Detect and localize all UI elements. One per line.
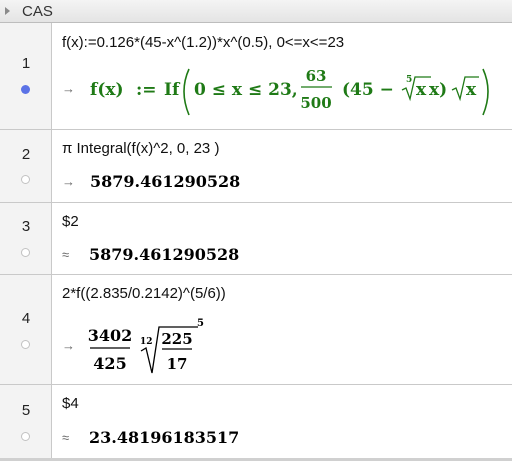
root-index: 12 xyxy=(140,337,153,347)
fraction-denominator: 425 xyxy=(93,354,126,373)
if-keyword: If xyxy=(164,80,181,100)
cas-row-3[interactable]: 3 $2 ≈ 5879.461290528 xyxy=(0,203,512,275)
visibility-toggle-icon[interactable] xyxy=(21,432,30,441)
row-header[interactable]: 3 xyxy=(0,203,52,274)
row-number: 1 xyxy=(21,55,31,72)
cas-row-1[interactable]: 1 f(x):=0.126*(45-x^(1.2))*x^(0.5), 0<=x… xyxy=(0,23,512,130)
row-header[interactable]: 2 xyxy=(0,130,52,202)
expression-left: (45 − xyxy=(342,80,394,100)
function-name: f(x) xyxy=(90,80,124,100)
radicand-denominator: 17 xyxy=(167,355,188,373)
row-header[interactable]: 1 xyxy=(0,23,52,129)
sqrt-radicand: x xyxy=(466,80,477,100)
exponent: 5 xyxy=(197,318,204,329)
cas-input[interactable]: $2 xyxy=(62,213,79,230)
radicand-numerator: 225 xyxy=(161,330,192,348)
expression-after-root: x) xyxy=(429,80,447,100)
assign-operator: := xyxy=(136,80,157,100)
cas-output: 5879.461290528 xyxy=(89,245,240,264)
cas-input[interactable]: f(x):=0.126*(45-x^(1.2))*x^(0.5), 0<=x<=… xyxy=(62,34,344,51)
row-header[interactable]: 4 xyxy=(0,275,52,384)
open-paren xyxy=(183,68,190,116)
cas-row-2[interactable]: 2 π Integral(f(x)^2, 0, 23 ) → 5879.4612… xyxy=(0,130,512,203)
fraction-numerator: 3402 xyxy=(88,326,132,345)
cas-input[interactable]: $4 xyxy=(62,395,79,412)
cas-title-bar[interactable]: CAS xyxy=(0,0,512,23)
condition: 0 ≤ x ≤ 23, xyxy=(194,80,298,100)
close-paren xyxy=(482,68,489,116)
visibility-toggle-icon[interactable] xyxy=(21,175,30,184)
root-radicand: x xyxy=(416,80,427,100)
row-header[interactable]: 5 xyxy=(0,385,52,458)
row-number: 4 xyxy=(21,310,31,327)
cas-input[interactable]: 2*f((2.835/0.2142)^(5/6)) xyxy=(62,285,226,302)
approx-symbol-icon: ≈ xyxy=(62,430,70,445)
result-arrow-icon: → xyxy=(62,174,75,189)
root-index: 5 xyxy=(406,75,412,85)
view-title: CAS xyxy=(22,3,53,20)
cas-input[interactable]: π Integral(f(x)^2, 0, 23 ) xyxy=(62,140,219,157)
visibility-toggle-icon[interactable] xyxy=(21,340,30,349)
cas-row-4[interactable]: 4 2*f((2.835/0.2142)^(5/6)) → 3402 425 1… xyxy=(0,275,512,385)
fraction-denominator: 500 xyxy=(300,94,331,112)
cas-output: 5879.461290528 xyxy=(90,172,241,191)
row-number: 5 xyxy=(21,402,31,419)
row-number: 2 xyxy=(21,146,31,163)
cas-output: 23.48196183517 xyxy=(89,428,240,447)
result-arrow-icon: → xyxy=(62,81,75,96)
approx-symbol-icon: ≈ xyxy=(62,247,70,262)
cas-output-formula: 3402 425 12 225 17 5 xyxy=(88,318,204,374)
result-arrow-icon: → xyxy=(62,338,75,353)
cas-row-5[interactable]: 5 $4 ≈ 23.48196183517 xyxy=(0,385,512,458)
visibility-toggle-icon[interactable] xyxy=(21,248,30,257)
collapse-triangle-icon[interactable] xyxy=(5,7,10,15)
visibility-toggle-icon[interactable] xyxy=(21,85,30,94)
fraction-numerator: 63 xyxy=(306,67,327,85)
row-number: 3 xyxy=(21,218,31,235)
cas-output-formula: f(x) := If 0 ≤ x ≤ 23, 63 500 (45 − 5 x … xyxy=(90,67,489,116)
